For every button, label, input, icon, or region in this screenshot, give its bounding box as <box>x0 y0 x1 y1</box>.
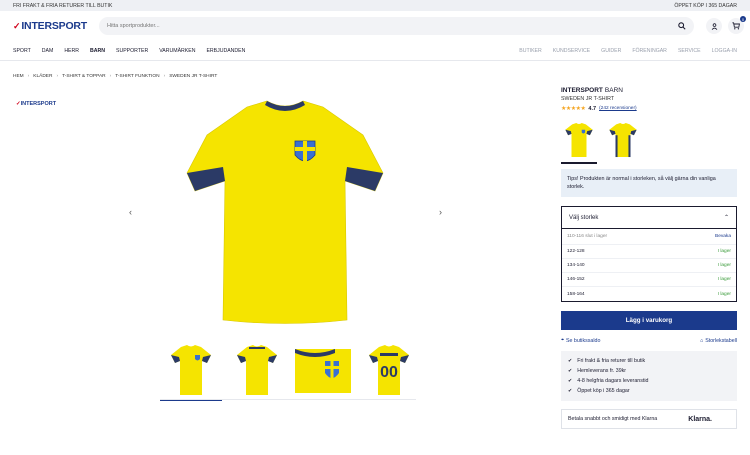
klarna-logo: Klarna. <box>688 415 712 423</box>
breadcrumb-separator-icon: › <box>27 74 30 79</box>
open-purchase-text: ÖPPET KÖP I 365 DAGAR <box>674 2 737 9</box>
breadcrumb-current: SWEDEN JR T-SHIRT <box>169 74 218 79</box>
nav-item-foreningar[interactable]: FÖRENINGAR <box>632 48 667 54</box>
svg-text:00: 00 <box>380 364 398 381</box>
cart-count-badge: 0 <box>740 16 747 22</box>
product-rating: ★★★★★ 4.7 (242 recensioner) <box>561 105 737 113</box>
breadcrumb-item[interactable]: T-SHIRT FUNKTION <box>115 74 159 79</box>
location-pin-icon: ⌖ <box>561 337 564 343</box>
breadcrumb-separator-icon: › <box>56 74 59 79</box>
cart-icon <box>732 22 740 30</box>
breadcrumb-item[interactable]: HEM <box>13 74 24 79</box>
chevron-left-icon[interactable]: ‹ <box>129 207 132 217</box>
size-tip: Tips! Produkten är normal i storleken, s… <box>561 169 737 197</box>
product-category: BARN <box>604 87 623 94</box>
nav-item-guider[interactable]: GUIDER <box>601 48 621 54</box>
breadcrumb: HEM › KLÄDER › T-SHIRT & TOPPAR › T-SHIRT F… <box>13 74 217 79</box>
brand-name[interactable]: INTERSPORT <box>561 87 603 94</box>
nav-item-kundservice[interactable]: KUNDSERVICE <box>553 48 590 54</box>
nav-item-butiker[interactable]: BUTIKER <box>519 48 541 54</box>
nav-item-supporter[interactable]: SUPPORTER <box>116 48 148 54</box>
gallery-thumbnail[interactable] <box>160 340 222 401</box>
size-label: Välj storlek <box>569 214 599 221</box>
store-stock-link[interactable]: ⌖ Se butikssaldo <box>561 337 600 344</box>
product-brand-logo: ✓INTERSPORT <box>16 101 57 107</box>
nav-item-erbjudanden[interactable]: ERBJUDANDEN <box>206 48 245 54</box>
size-option[interactable]: 158-164 I lager <box>562 287 736 301</box>
size-selector[interactable]: Välj storlek ⌃ 110-116 slut i lager Bevak… <box>561 206 737 302</box>
reviews-link[interactable]: (242 recensioner) <box>599 106 637 111</box>
add-to-cart-button[interactable]: Lägg i varukorg <box>561 311 737 330</box>
watch-size-link[interactable]: Bevaka <box>715 234 731 239</box>
intersport-logo[interactable]: ✓ INTERSPORT <box>13 20 87 32</box>
size-option[interactable]: 122-128 I lager <box>562 245 736 259</box>
check-icon: ✔ <box>568 358 573 364</box>
usp-item: ✔ 4-8 helgfria dagars leveranstid <box>568 378 649 384</box>
search-input[interactable] <box>107 23 308 29</box>
usp-item: ✔ Hemleverans fr. 39kr <box>568 368 627 374</box>
nav-item-service[interactable]: SERVICE <box>678 48 701 54</box>
product-brand: INTERSPORT BARN <box>561 87 737 94</box>
size-option[interactable]: 110-116 slut i lager Bevaka <box>562 229 736 245</box>
breadcrumb-item[interactable]: T-SHIRT & TOPPAR <box>62 74 106 79</box>
size-chart-link[interactable]: ⌂ Storlekstabell <box>700 337 737 344</box>
usp-list: ✔ Fri frakt & fria returer till butik ✔ He… <box>561 351 737 401</box>
hanger-icon: ⌂ <box>700 337 704 344</box>
color-variant-yellow[interactable] <box>561 118 597 164</box>
nav-item-dam[interactable]: DAM <box>42 48 54 54</box>
product-info-panel: INTERSPORT BARN SWEDEN JR T-SHIRT ★★★★★ 4… <box>561 87 737 429</box>
chevron-up-icon: ⌃ <box>723 215 729 221</box>
rating-value: 4.7 <box>588 105 597 112</box>
product-main-image <box>186 100 384 324</box>
breadcrumb-item[interactable]: KLÄDER <box>33 74 52 79</box>
user-icon <box>711 22 717 30</box>
check-icon: ✔ <box>568 388 573 394</box>
rating-stars-icon: ★★★★★ <box>561 106 586 112</box>
size-dropdown-header[interactable]: Välj storlek ⌃ <box>562 207 736 229</box>
usp-item: ✔ Fri frakt & fria returer till butik <box>568 358 646 364</box>
size-option[interactable]: 146-152 I lager <box>562 273 736 287</box>
cart-button[interactable]: 0 <box>728 16 747 34</box>
main-navigation: SPORT DAM HERR BARN SUPPORTER VARUMÄRKEN… <box>0 41 750 61</box>
breadcrumb-separator-icon: › <box>109 74 112 79</box>
nav-item-sport[interactable]: SPORT <box>13 48 31 54</box>
nav-item-login[interactable]: LOGGA-IN <box>712 48 737 54</box>
search-bar[interactable] <box>99 17 695 35</box>
logo-text: INTERSPORT <box>21 20 88 32</box>
product-title: SWEDEN JR T-SHIRT <box>561 96 615 102</box>
gallery-thumbnail[interactable] <box>292 340 354 400</box>
usp-item: ✔ Öppet köp i 365 dagar <box>568 388 630 394</box>
top-announcement-bar: FRI FRAKT & FRIA RETURER TILL BUTIK ÖPPE… <box>0 0 750 11</box>
thumbnail-track <box>160 399 416 400</box>
nav-item-varumarken[interactable]: VARUMÄRKEN <box>159 48 195 54</box>
klarna-banner: Betala snabbt och smidigt med Klarna Kla… <box>561 409 737 429</box>
nav-item-herr[interactable]: HERR <box>64 48 79 54</box>
nav-item-barn[interactable]: BARN <box>90 48 105 54</box>
check-icon: ✔ <box>568 378 573 384</box>
gallery-thumbnail[interactable] <box>226 340 288 400</box>
check-icon: ✔ <box>568 368 573 374</box>
search-icon[interactable] <box>678 22 686 30</box>
account-button[interactable] <box>706 18 723 34</box>
gallery-thumbnail[interactable]: 00 <box>358 340 420 400</box>
size-option[interactable]: 134-140 I lager <box>562 259 736 273</box>
logo-mark-icon: ✓ <box>13 20 21 31</box>
color-variant-yellow-navy[interactable] <box>605 118 641 162</box>
chevron-right-icon[interactable]: › <box>439 207 442 217</box>
free-shipping-text: FRI FRAKT & FRIA RETURER TILL BUTIK <box>13 2 113 9</box>
site-header: ✓ INTERSPORT 0 <box>0 11 750 41</box>
klarna-text: Betala snabbt och smidigt med Klarna <box>568 416 658 422</box>
breadcrumb-separator-icon: › <box>163 74 166 79</box>
